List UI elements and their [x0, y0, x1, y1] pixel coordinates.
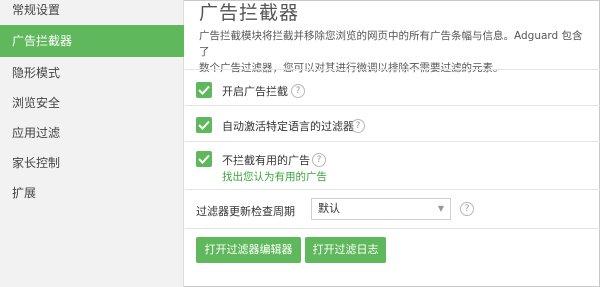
auto-activate-language-filters-checkbox[interactable] [196, 117, 212, 133]
sidebar-item-app-filtering[interactable]: 应用过滤 [0, 117, 184, 149]
enable-ad-blocking-label: 开启广告拦截 [222, 85, 288, 98]
help-icon[interactable]: ? [460, 202, 474, 216]
open-filter-editor-button[interactable]: 打开过滤器编辑器 [196, 237, 301, 263]
sidebar-item-general[interactable]: 常规设置 [0, 0, 184, 26]
checkmark-icon [198, 154, 210, 164]
divider [185, 189, 600, 190]
open-filtering-log-button[interactable]: 打开过滤日志 [305, 237, 386, 263]
update-period-label: 过滤器更新检查周期 [196, 205, 295, 218]
sidebar-item-stealth-mode[interactable]: 隐形模式 [0, 57, 184, 89]
help-icon[interactable]: ? [351, 119, 365, 133]
chevron-down-icon: ▼ [437, 204, 444, 213]
allow-useful-ads-label: 不拦截有用的广告 [222, 154, 310, 167]
sidebar-item-browsing-security[interactable]: 浏览安全 [0, 87, 184, 119]
sidebar: 常规设置 广告拦截器 隐形模式 浏览安全 应用过滤 家长控制 扩展 [0, 0, 184, 287]
sidebar-item-parental-control[interactable]: 家长控制 [0, 147, 184, 179]
description-line: 数个广告过滤器，您可以对其进行微调以排除不需要过滤的元素。 [199, 62, 504, 74]
divider [185, 228, 600, 229]
divider [185, 69, 600, 70]
sidebar-item-ad-blocker[interactable]: 广告拦截器 [0, 25, 184, 57]
auto-activate-language-filters-label: 自动激活特定语言的过滤器 [222, 120, 354, 133]
description-line: 广告拦截模块将拦截并移除您浏览的网页中的所有广告条幅与信息。Adguard 包含… [199, 30, 583, 58]
checkmark-icon [198, 120, 210, 130]
update-period-value: 默认 [318, 202, 340, 215]
page-title: 广告拦截器 [199, 2, 300, 24]
enable-ad-blocking-checkbox[interactable] [196, 82, 212, 98]
update-period-select[interactable]: 默认 ▼ [311, 198, 451, 220]
divider [185, 141, 600, 142]
sidebar-item-extensions[interactable]: 扩展 [0, 177, 184, 209]
main-panel: 广告拦截器 广告拦截模块将拦截并移除您浏览的网页中的所有广告条幅与信息。Adgu… [185, 0, 600, 287]
help-icon[interactable]: ? [291, 84, 305, 98]
checkmark-icon [198, 85, 210, 95]
useful-ads-link[interactable]: 找出您认为有用的广告 [222, 169, 327, 184]
divider [185, 105, 600, 106]
allow-useful-ads-checkbox[interactable] [196, 151, 212, 167]
help-icon[interactable]: ? [312, 153, 326, 167]
